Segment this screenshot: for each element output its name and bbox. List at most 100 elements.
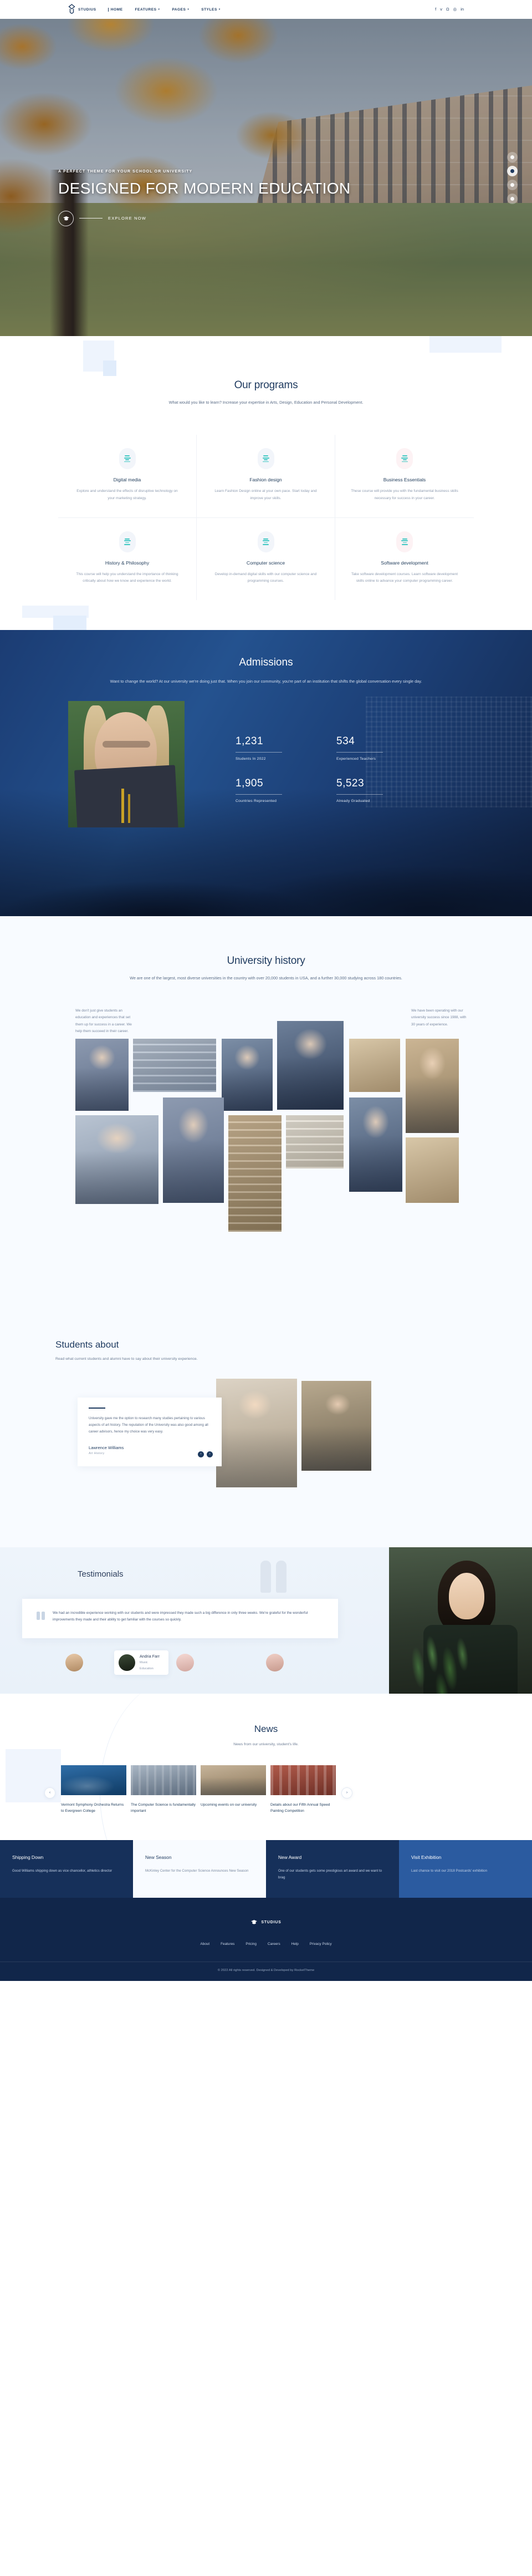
nav-item-styles[interactable]: STYLES ▾ bbox=[201, 8, 220, 12]
students-about-subtitle: Read what current students and alumni ha… bbox=[55, 1356, 198, 1361]
facebook-icon[interactable]: f bbox=[435, 7, 436, 12]
nav-item-features[interactable]: FEATURES ▾ bbox=[135, 8, 160, 12]
nav-item-pages-label: PAGES bbox=[172, 7, 186, 12]
avatar-2-icon bbox=[119, 1654, 135, 1671]
admissions-stats: 1,231 Students In 2022 534 Experienced T… bbox=[236, 735, 418, 803]
footer-link-features[interactable]: Features bbox=[221, 1942, 234, 1946]
footer-link-about[interactable]: About bbox=[200, 1942, 209, 1946]
news-card-title: Upcoming events on our university bbox=[201, 1802, 257, 1807]
student-photo bbox=[216, 1378, 297, 1487]
history-photo bbox=[163, 1097, 224, 1203]
copyright-text: © 2022 All rights reserved. Designed & D… bbox=[217, 1968, 315, 1972]
avatar-1-icon[interactable] bbox=[65, 1653, 83, 1671]
news-title: News bbox=[254, 1723, 278, 1734]
nav-item-home[interactable]: HOME bbox=[108, 7, 123, 12]
news-subtitle: News from our university, student's life… bbox=[233, 1742, 299, 1746]
history-photo bbox=[277, 1020, 344, 1110]
university-history-section: University history We are one of the lar… bbox=[0, 916, 532, 1328]
testimonial-avatar-carousel: Andria Farr Music Education bbox=[55, 1650, 477, 1675]
hero-cta[interactable]: EXPLORE NOW bbox=[58, 210, 479, 226]
active-testimonial-author[interactable]: Andria Farr Music Education bbox=[114, 1650, 168, 1675]
student-quote-author: Lawrence Williams bbox=[89, 1445, 124, 1450]
history-photo bbox=[133, 1038, 216, 1092]
strip-item-visit-exhibition[interactable]: Visit Exhibition Last chance to visit ou… bbox=[399, 1840, 532, 1898]
chevron-left-icon[interactable]: ‹ bbox=[44, 1787, 55, 1798]
chevron-down-icon: ▾ bbox=[158, 7, 160, 11]
footer-link-help[interactable]: Help bbox=[291, 1942, 299, 1946]
strip-item-new-season[interactable]: New Season McKinley Center for the Compu… bbox=[133, 1840, 266, 1898]
programs-section: Our programs What would you like to lear… bbox=[0, 336, 532, 631]
strip-item-shipping-down[interactable]: Shipping Down Good Williams shipping dow… bbox=[0, 1840, 133, 1898]
program-card[interactable]: Digital media Explore and understand the… bbox=[58, 435, 197, 518]
history-photo bbox=[222, 1038, 273, 1111]
news-card[interactable]: Vermont Symphony Orchestra Returns to Ev… bbox=[61, 1765, 126, 1815]
history-note-left: We don't just give students an education… bbox=[75, 1008, 132, 1033]
news-image-painting bbox=[270, 1765, 336, 1795]
footer-link-privacy-policy[interactable]: Privacy Policy bbox=[310, 1942, 332, 1946]
stat-item: 1,905 Countries Represented bbox=[236, 778, 318, 803]
news-card[interactable]: The Computer Science is fundamentally im… bbox=[131, 1765, 196, 1815]
instagram-icon[interactable]: ◎ bbox=[453, 7, 457, 12]
programs-subtitle: What would you like to learn? Increase y… bbox=[168, 400, 364, 405]
program-description: Learn Fashion Design online at your own … bbox=[214, 489, 317, 500]
headphones-icon[interactable]: Ω bbox=[446, 7, 449, 12]
strip-item-title: Shipping Down bbox=[12, 1854, 44, 1860]
footer-brand-name: STUDIUS bbox=[261, 1920, 282, 1925]
nav-item-pages[interactable]: PAGES ▾ bbox=[172, 8, 189, 12]
slide-dot-1-icon[interactable] bbox=[507, 152, 518, 162]
author-role-line-2: Education bbox=[140, 1667, 154, 1671]
avatar-4-icon[interactable] bbox=[265, 1653, 284, 1671]
news-card[interactable]: Details about our Fifth Annual Speed Pai… bbox=[270, 1765, 336, 1815]
history-photo bbox=[75, 1038, 129, 1111]
history-photo bbox=[349, 1097, 402, 1192]
stat-label: Experienced Teachers bbox=[336, 756, 376, 761]
chevron-right-icon[interactable]: › bbox=[207, 1451, 213, 1457]
footer: STUDIUS About Features Pricing Careers H… bbox=[0, 1897, 532, 1981]
quote-mark-icon bbox=[37, 1610, 45, 1624]
strip-item-desc: Last chance to visit our 2018 Postcards'… bbox=[411, 1868, 488, 1873]
strip-item-desc: McKinley Center for the Computer Science… bbox=[145, 1868, 249, 1873]
twitter-icon[interactable]: ᴠ bbox=[440, 7, 442, 12]
news-cards: Vermont Symphony Orchestra Returns to Ev… bbox=[61, 1765, 336, 1815]
strip-item-title: Visit Exhibition bbox=[411, 1854, 442, 1860]
graduation-cap-icon bbox=[250, 1918, 258, 1928]
chevron-left-icon[interactable]: ‹ bbox=[198, 1451, 204, 1457]
nav-item-home-label: HOME bbox=[110, 7, 123, 12]
program-card[interactable]: Business Essentials These course will pr… bbox=[335, 435, 474, 518]
cta-divider-line bbox=[79, 218, 103, 219]
program-card[interactable]: History & Philosophy This course will he… bbox=[58, 517, 197, 601]
slide-dot-4-icon[interactable] bbox=[507, 194, 518, 204]
testimonial-card: We had an incredible experience working … bbox=[22, 1598, 338, 1638]
linkedin-icon[interactable]: in bbox=[461, 7, 464, 12]
chevron-right-icon[interactable]: › bbox=[341, 1787, 352, 1798]
strip-item-new-award[interactable]: New Award One of our students gets some … bbox=[266, 1840, 399, 1898]
news-card[interactable]: Upcoming events on our university bbox=[201, 1765, 266, 1815]
bars-icon bbox=[257, 531, 274, 552]
slide-dot-2-icon[interactable] bbox=[507, 166, 518, 176]
slide-dot-3-icon[interactable] bbox=[507, 180, 518, 190]
program-card[interactable]: Fashion design Learn Fashion Design onli… bbox=[197, 435, 335, 518]
top-navigation-bar: STUDIUS HOME FEATURES ▾ PAGES ▾ STYLES ▾… bbox=[0, 0, 532, 19]
stat-number: 534 bbox=[336, 735, 355, 747]
program-name: Fashion design bbox=[249, 477, 282, 483]
student-quote-card: University gave me the option to researc… bbox=[78, 1397, 222, 1466]
program-card[interactable]: Software development Take software devel… bbox=[335, 518, 474, 600]
quote-divider bbox=[89, 1407, 105, 1409]
program-description: These course will provide you with the f… bbox=[351, 489, 458, 500]
footer-brand[interactable]: STUDIUS bbox=[0, 1918, 532, 1928]
footer-link-pricing[interactable]: Pricing bbox=[245, 1942, 257, 1946]
students-about-title: Students about bbox=[55, 1339, 119, 1350]
graduate-student-photo bbox=[68, 700, 185, 827]
footer-link-careers[interactable]: Careers bbox=[268, 1942, 280, 1946]
testimonials-header: Testimonials bbox=[55, 1569, 477, 1579]
avatar-3-icon[interactable] bbox=[176, 1653, 194, 1671]
graduation-cap-icon[interactable] bbox=[58, 210, 74, 226]
program-name: Computer science bbox=[246, 560, 285, 566]
brand-logo[interactable]: STUDIUS bbox=[68, 4, 96, 15]
primary-nav-links: HOME FEATURES ▾ PAGES ▾ STYLES ▾ bbox=[108, 7, 221, 12]
testimonials-section: Testimonials We had an incredible experi… bbox=[0, 1547, 532, 1694]
program-card[interactable]: Computer science Develop in-demand digit… bbox=[197, 517, 335, 601]
hero-slider-dots bbox=[507, 152, 518, 204]
explore-now-button[interactable]: EXPLORE NOW bbox=[108, 216, 146, 221]
news-section: News News from our university, student's… bbox=[0, 1693, 532, 1840]
